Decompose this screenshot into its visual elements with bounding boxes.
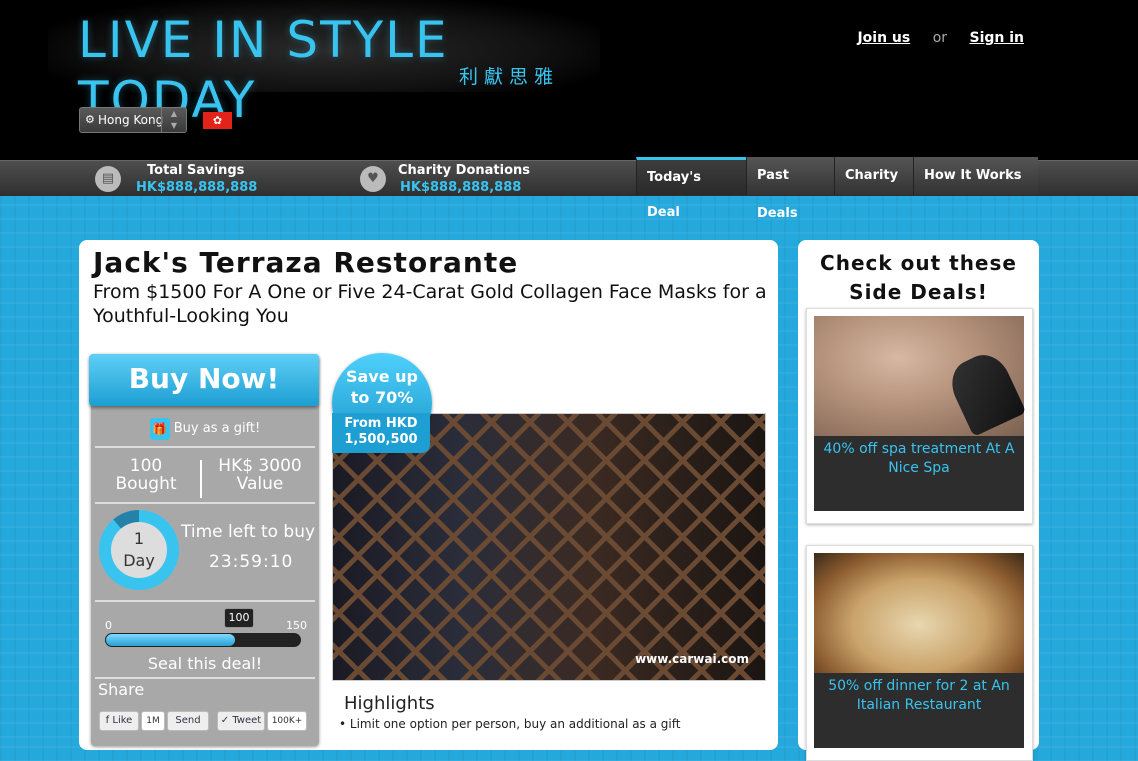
time-left-value: 23:59:10 bbox=[209, 552, 294, 572]
side-deals-card: Check out these Side Deals! 40% off spa … bbox=[798, 240, 1039, 761]
tab-charity[interactable]: Charity bbox=[834, 157, 913, 195]
side-deals-title: Check out these Side Deals! bbox=[798, 249, 1039, 307]
city-selected-value: Hong Kong bbox=[98, 113, 164, 127]
highlight-item: • Limit one option per person, buy an ad… bbox=[339, 717, 681, 731]
sign-in-link[interactable]: Sign in bbox=[969, 30, 1024, 46]
send-button[interactable]: Send bbox=[167, 711, 209, 731]
facebook-like-button[interactable]: f Like bbox=[99, 711, 139, 731]
value-amount: HK$ 3000 bbox=[218, 456, 302, 476]
badge-line-1: Save up bbox=[345, 367, 418, 386]
coins-icon: ▤ bbox=[95, 166, 121, 192]
highlights-title: Highlights bbox=[344, 693, 435, 714]
side-deal-spa[interactable]: 40% off spa treatment At A Nice Spa bbox=[806, 308, 1033, 524]
bought-label: Bought bbox=[115, 474, 177, 494]
side-title-line-2: Side Deals! bbox=[849, 280, 988, 304]
bought-count: 100 bbox=[129, 456, 163, 476]
badge-line-2: to 70% bbox=[350, 388, 414, 407]
site-header: LIVE IN STYLE TODAY 利獻思雅 Join us or Sign… bbox=[0, 0, 1138, 160]
side-deal-image bbox=[814, 316, 1027, 437]
badge-line-4: 1,500,500 bbox=[344, 432, 418, 447]
deal-subtitle: From $1500 For A One or Five 24-Carat Go… bbox=[93, 281, 767, 327]
divider bbox=[95, 446, 315, 448]
deal-progress-bar bbox=[105, 633, 301, 647]
twitter-icon: ✓ bbox=[220, 715, 233, 726]
total-savings-value: HK$888,888,888 bbox=[136, 180, 258, 195]
photo-credit: www.carwai.com bbox=[635, 652, 749, 666]
like-count: 1M bbox=[141, 711, 165, 731]
or-text: or bbox=[932, 30, 948, 46]
timer-day-count: 1 Day bbox=[111, 522, 167, 578]
join-us-link[interactable]: Join us bbox=[857, 30, 910, 46]
gear-icon: ⚙ bbox=[85, 113, 95, 126]
timer-ring: 1 Day bbox=[99, 510, 179, 590]
auth-links: Join us or Sign in bbox=[857, 30, 1024, 46]
main-nav: Today's Deal Past Deals Charity How It W… bbox=[636, 157, 1038, 221]
share-label: Share bbox=[98, 680, 145, 699]
city-select[interactable]: ⚙ Hong Kong ▲ ▼ bbox=[79, 107, 187, 133]
side-deal-caption: 50% off dinner for 2 at An Italian Resta… bbox=[814, 673, 1024, 748]
timer-unit: Day bbox=[123, 551, 155, 570]
tab-todays-deal[interactable]: Today's Deal bbox=[636, 157, 746, 220]
deal-card: Jack's Terraza Restorante From $1500 For… bbox=[79, 240, 778, 750]
progress-current-tooltip: 100 bbox=[224, 608, 254, 628]
time-left-label: Time left to buy bbox=[181, 522, 316, 542]
gift-label: Buy as a gift! bbox=[173, 421, 261, 436]
price-tag: From HKD 1,500,500 bbox=[332, 413, 430, 453]
deal-progress-fill bbox=[106, 634, 236, 646]
side-deal-caption: 40% off spa treatment At A Nice Spa bbox=[814, 436, 1024, 511]
progress-min: 0 bbox=[105, 619, 112, 632]
tweet-label: Tweet bbox=[232, 715, 262, 726]
gift-icon: 🎁 bbox=[149, 417, 170, 440]
timer-number: 1 bbox=[133, 529, 145, 548]
divider bbox=[95, 600, 315, 602]
buy-as-gift-link[interactable]: 🎁 Buy as a gift! bbox=[91, 412, 319, 446]
buy-now-button[interactable]: Buy Now! bbox=[89, 354, 319, 406]
like-label: Like bbox=[112, 715, 133, 726]
side-deal-dinner[interactable]: 50% off dinner for 2 at An Italian Resta… bbox=[806, 545, 1033, 761]
divider bbox=[95, 677, 315, 679]
logo-area[interactable]: LIVE IN STYLE TODAY 利獻思雅 bbox=[48, 0, 600, 129]
tweet-count: 100K+ bbox=[267, 711, 307, 731]
divider bbox=[200, 460, 202, 498]
logo-chinese-subtitle: 利獻思雅 bbox=[459, 66, 560, 88]
heart-icon: ♥ bbox=[360, 166, 386, 192]
seal-deal-text: Seal this deal! bbox=[147, 654, 263, 673]
charity-donations-value: HK$888,888,888 bbox=[400, 180, 522, 195]
charity-donations-title: Charity Donations bbox=[398, 163, 530, 178]
deal-photo: www.carwai.com bbox=[332, 413, 766, 681]
divider bbox=[95, 502, 315, 504]
tab-how-it-works[interactable]: How It Works bbox=[913, 157, 1038, 195]
deal-title: Jack's Terraza Restorante bbox=[93, 246, 519, 279]
tab-past-deals[interactable]: Past Deals bbox=[746, 157, 834, 221]
hk-flag-icon[interactable]: ✿ bbox=[203, 112, 232, 129]
bought-stat: 100 Bought bbox=[91, 457, 201, 493]
side-title-line-1: Check out these bbox=[820, 251, 1017, 275]
tweet-button[interactable]: ✓ Tweet bbox=[217, 711, 265, 731]
side-deal-image bbox=[814, 553, 1024, 673]
badge-line-3: From HKD bbox=[344, 416, 418, 431]
total-savings-title: Total Savings bbox=[147, 163, 245, 178]
progress-max: 150 bbox=[286, 619, 307, 632]
highlight-text: Limit one option per person, buy an addi… bbox=[349, 717, 681, 731]
select-arrows-icon: ▲ ▼ bbox=[161, 108, 186, 132]
value-label: Value bbox=[236, 474, 284, 494]
value-stat: HK$ 3000 Value bbox=[205, 457, 315, 493]
makeup-brush-icon bbox=[943, 347, 1027, 437]
buy-panel: Buy Now! 🎁 Buy as a gift! 100 Bought HK$ … bbox=[89, 354, 319, 746]
